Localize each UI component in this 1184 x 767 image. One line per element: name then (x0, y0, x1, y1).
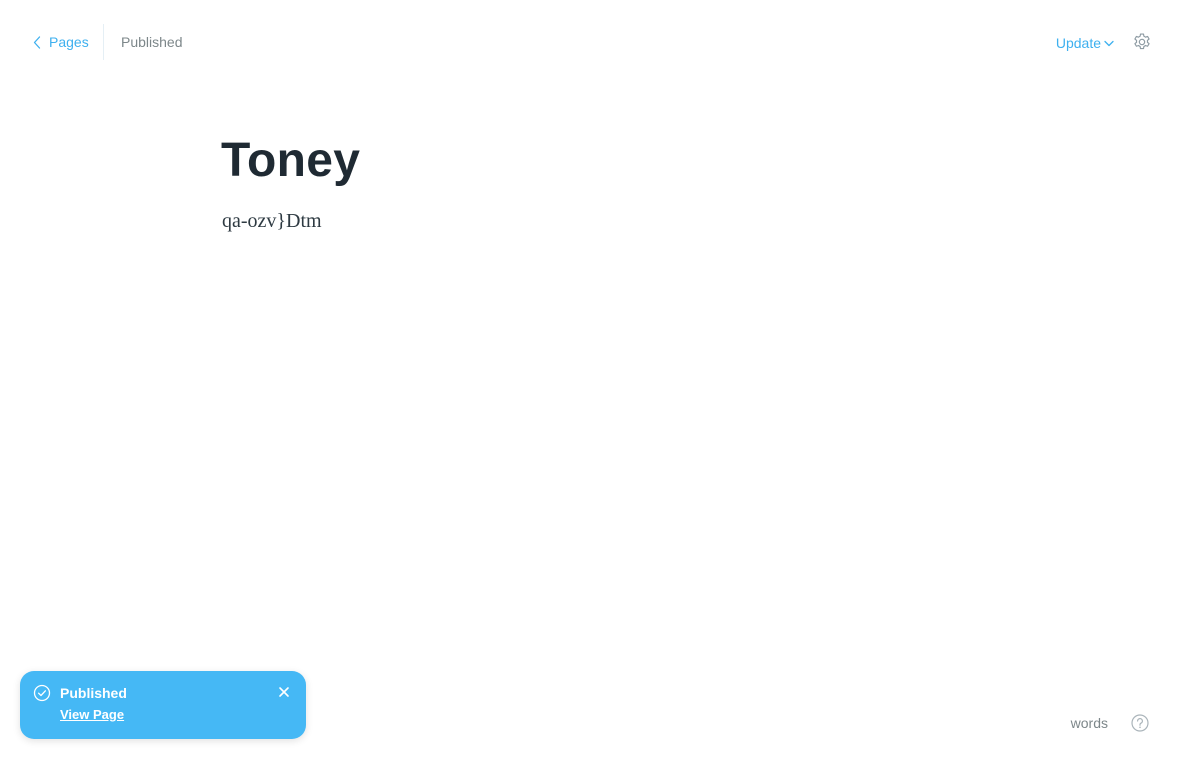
update-button-label: Update (1055, 35, 1101, 51)
header-divider (103, 24, 104, 60)
question-circle-icon[interactable] (1131, 714, 1149, 732)
status-label: Published (121, 34, 183, 50)
view-page-link[interactable]: View Page (60, 707, 124, 723)
post-title[interactable]: Toney (221, 132, 360, 190)
close-icon[interactable] (278, 686, 290, 698)
back-link-label: Pages (49, 34, 89, 50)
post-body[interactable]: qa-ozv}Dtm (222, 208, 322, 234)
chevron-down-icon (1104, 40, 1114, 46)
toast-title: Published (60, 685, 127, 701)
word-count: words (1070, 715, 1108, 731)
published-toast: Published View Page (20, 671, 306, 739)
update-button[interactable]: Update (1056, 32, 1114, 54)
check-circle-icon (33, 684, 51, 702)
back-to-pages-link[interactable]: Pages (33, 32, 89, 52)
editor-page: Pages Published Update Toney qa-ozv}Dtm … (0, 0, 1184, 767)
gear-icon[interactable] (1132, 32, 1152, 52)
chevron-left-icon (33, 35, 41, 49)
